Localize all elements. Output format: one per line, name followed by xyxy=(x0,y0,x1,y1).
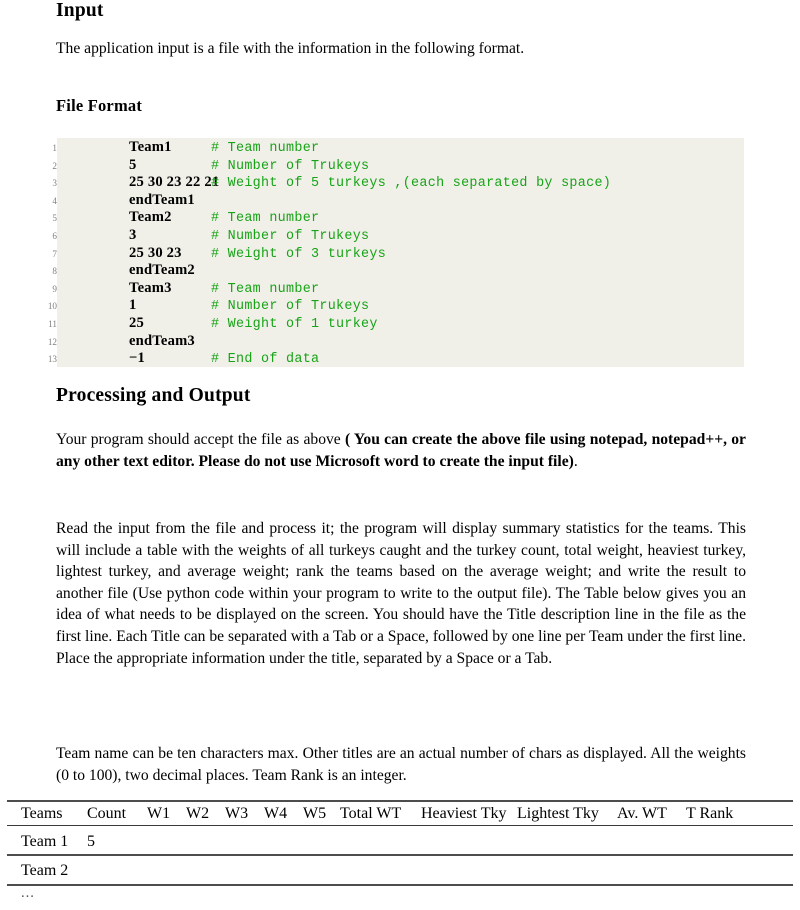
code-line-comment: # End of data xyxy=(211,352,320,368)
code-line-number: 12 xyxy=(47,336,57,347)
code-line-number: 1 xyxy=(52,143,57,153)
code-line-text: 25 xyxy=(129,314,144,331)
code-line-number: 10 xyxy=(47,301,57,312)
code-line-number: 11 xyxy=(48,318,57,329)
code-line: 12 endTeam3 xyxy=(43,333,744,351)
code-line-text: Team2 xyxy=(129,209,172,226)
paragraph-input-intro: The application input is a file with the… xyxy=(56,40,525,57)
accept-tail-text: . xyxy=(573,452,578,470)
code-line-comment: # Team number xyxy=(211,281,320,297)
code-line-text: 25 30 23 22 21 xyxy=(129,174,220,191)
code-line-text: endTeam3 xyxy=(129,332,195,349)
table-cell: Team 1 xyxy=(21,833,69,850)
code-line: 11 25 # Weight of 1 turkey xyxy=(43,315,744,333)
code-listing-rows: 1 Team1 # Team number 2 5 # Number of Trukeys… xyxy=(43,138,744,368)
code-line-number: 8 xyxy=(52,266,57,277)
code-listing: 1 Team1 # Team number 2 5 # Number of Trukeys… xyxy=(43,138,744,367)
table-row: Team 2 xyxy=(7,859,793,883)
code-line-text: Team1 xyxy=(129,139,172,155)
table-header-cell: W1 xyxy=(147,805,171,822)
code-line-text: Team3 xyxy=(129,279,172,296)
code-line: 7 25 30 23 # Weight of 3 turkeys xyxy=(43,245,744,263)
code-line-text: endTeam1 xyxy=(129,191,195,208)
code-line: 6 3 # Number of Trukeys xyxy=(43,227,744,245)
section-heading-input: Input xyxy=(56,0,104,21)
document-page: Input The application input is a file wi… xyxy=(0,0,800,900)
accept-plain-text: Your program should accept the file as a… xyxy=(56,431,345,448)
code-line: 10 1 # Number of Trukeys xyxy=(43,297,744,315)
code-line-text: 5 xyxy=(129,156,137,173)
table-header-cell: Count xyxy=(87,805,127,822)
table-header-cell: Total WT xyxy=(340,805,402,822)
table-header-cell: Teams xyxy=(21,805,63,822)
table-cell: Team 2 xyxy=(21,862,69,879)
table-header-cell: Av. WT xyxy=(617,805,667,822)
code-line-number: 4 xyxy=(52,195,57,206)
code-line-number: 9 xyxy=(52,283,57,294)
table-rule-header-bottom xyxy=(7,825,793,826)
code-line-number: 7 xyxy=(52,248,57,259)
code-line: 3 25 30 23 22 21 # Weight of 5 turkeys ,(e… xyxy=(43,174,744,192)
code-line-number: 3 xyxy=(52,178,57,189)
section-heading-file-format: File Format xyxy=(56,96,143,115)
table-header-cell: W5 xyxy=(303,805,327,822)
code-line: 5 Team2 # Team number xyxy=(43,209,744,227)
code-line-text: −1 xyxy=(129,350,146,367)
code-line-number: 2 xyxy=(52,160,57,171)
table-cell: 5 xyxy=(87,833,95,850)
table-rule-row1-bottom xyxy=(7,854,793,856)
code-line-text: endTeam2 xyxy=(129,262,195,279)
code-line-text: 3 xyxy=(129,226,137,243)
code-line: 4 endTeam1 xyxy=(43,192,744,210)
paragraph-read-and-process: Read the input from the file and process… xyxy=(56,520,746,667)
code-line: 2 5 # Number of Trukeys xyxy=(43,157,744,175)
table-row: Team 1 5 xyxy=(7,830,793,854)
code-line-comment: # Weight of 1 turkey xyxy=(211,316,378,332)
code-line-comment: # Number of Trukeys xyxy=(211,158,370,174)
paragraph-accept-file: Your program should accept the file as a… xyxy=(56,429,746,472)
code-line-comment: # Weight of 3 turkeys xyxy=(211,246,387,262)
code-line-text: 25 30 23 xyxy=(129,244,182,261)
table-continuation-ellipsis: ... xyxy=(21,885,35,901)
paragraph-team-name-rules: Team name can be ten characters max. Oth… xyxy=(56,745,746,784)
code-line-comment: # Team number xyxy=(211,141,320,156)
code-line: 13 −1 # End of data xyxy=(43,350,744,368)
code-line-text: 1 xyxy=(129,297,137,314)
code-line-number: 5 xyxy=(52,213,57,224)
code-line-number: 13 xyxy=(47,354,57,365)
table-header-cell: Lightest Tky xyxy=(517,805,599,822)
table-header-cell: W3 xyxy=(225,805,249,822)
code-line-comment: # Number of Trukeys xyxy=(211,299,370,315)
code-line-number: 6 xyxy=(52,230,57,241)
code-line: 9 Team3 # Team number xyxy=(43,280,744,298)
table-header-row: Teams Count W1 W2 W3 W4 W5 Total WT Heaviest Tky… xyxy=(7,802,793,826)
table-continuation-row: ... xyxy=(7,886,793,910)
table-header-cell: W4 xyxy=(264,805,288,822)
table-header-cell: T Rank xyxy=(686,805,734,822)
code-line: 8 endTeam2 xyxy=(43,262,744,280)
section-heading-processing-and-output: Processing and Output xyxy=(56,385,251,406)
table-header-cell: Heaviest Tky xyxy=(421,805,507,822)
code-line-comment: # Number of Trukeys xyxy=(211,228,370,244)
table-header-cell: W2 xyxy=(186,805,210,822)
code-line-comment: # Weight of 5 turkeys ,(each separated b… xyxy=(211,176,612,192)
code-line-comment: # Team number xyxy=(211,211,320,227)
code-line: 1 Team1 # Team number xyxy=(43,139,744,157)
